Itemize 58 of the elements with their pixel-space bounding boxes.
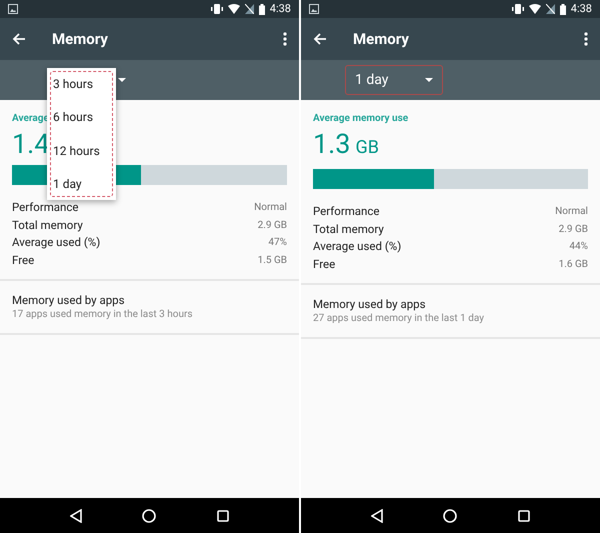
dropdown-option[interactable]: 6 hours <box>51 107 112 128</box>
back-icon[interactable] <box>371 508 384 522</box>
apps-memory-subtitle: 17 apps used memory in the last 3 hours <box>12 308 194 322</box>
no-sim-icon <box>244 4 254 14</box>
no-sim-icon <box>546 4 555 14</box>
apps-memory-item[interactable]: Memory used by apps 27 apps used memory in the last 1 day <box>301 285 600 337</box>
wifi-icon <box>528 4 541 14</box>
recents-icon[interactable] <box>518 510 530 522</box>
image-icon <box>8 4 18 14</box>
back-icon[interactable] <box>70 508 82 522</box>
stat-label: Average used (%) <box>313 238 402 255</box>
stat-label: Total memory <box>12 216 83 234</box>
more-menu-icon[interactable] <box>584 32 588 46</box>
stat-value: 2.9 GB <box>558 222 588 236</box>
recents-icon[interactable] <box>216 510 229 522</box>
apps-memory-subtitle: 27 apps used memory in the last 1 day <box>313 312 485 326</box>
battery-icon <box>258 4 265 14</box>
dropdown-option[interactable]: 3 hours <box>51 74 112 94</box>
vibrate-icon <box>210 4 223 14</box>
stat-value: 47% <box>268 236 287 250</box>
stat-value: Normal <box>254 201 287 215</box>
apps-memory-item[interactable]: Memory used by apps 17 apps used memory in the last 3 hours <box>0 281 299 333</box>
home-icon[interactable] <box>443 508 458 522</box>
clock-time: 4:38 <box>570 0 592 17</box>
vibrate-icon <box>512 4 524 14</box>
stat-label: Performance <box>313 203 380 220</box>
stat-value: Normal <box>555 205 588 219</box>
apps-memory-title: Memory used by apps <box>313 296 427 312</box>
stat-label: Performance <box>12 199 79 216</box>
summary-label: Average memory use <box>313 112 408 126</box>
image-icon <box>309 4 319 14</box>
back-arrow-icon[interactable] <box>12 32 26 46</box>
dropdown-option[interactable]: 12 hours <box>51 140 112 161</box>
dropdown-caret-icon[interactable] <box>118 78 126 82</box>
clock-time: 4:38 <box>270 0 291 17</box>
home-icon[interactable] <box>142 508 156 522</box>
stat-value: 1.6 GB <box>558 258 588 272</box>
screen-title: Memory <box>353 28 409 50</box>
back-arrow-icon[interactable] <box>313 32 327 46</box>
memory-unit: GB <box>355 136 379 160</box>
wifi-icon <box>228 4 240 14</box>
stat-label: Total memory <box>313 220 384 238</box>
stat-label: Free <box>313 256 336 272</box>
dropdown-caret-icon <box>425 78 433 82</box>
battery-icon <box>560 4 566 14</box>
screen-title: Memory <box>52 28 108 50</box>
stat-value: 44% <box>569 240 588 254</box>
summary-label: Average <box>12 112 49 126</box>
more-menu-icon[interactable] <box>283 32 287 46</box>
apps-memory-title: Memory used by apps <box>12 292 126 308</box>
dropdown-option[interactable]: 1 day <box>51 174 112 194</box>
memory-value: 1.3 <box>313 129 350 159</box>
stat-label: Average used (%) <box>12 234 100 251</box>
stat-value: 2.9 GB <box>258 218 287 232</box>
stat-label: Free <box>12 252 34 268</box>
time-range-spinner[interactable]: 1 day <box>345 65 443 95</box>
stat-value: 1.5 GB <box>258 254 287 268</box>
memory-value: 1.4 <box>12 129 50 159</box>
